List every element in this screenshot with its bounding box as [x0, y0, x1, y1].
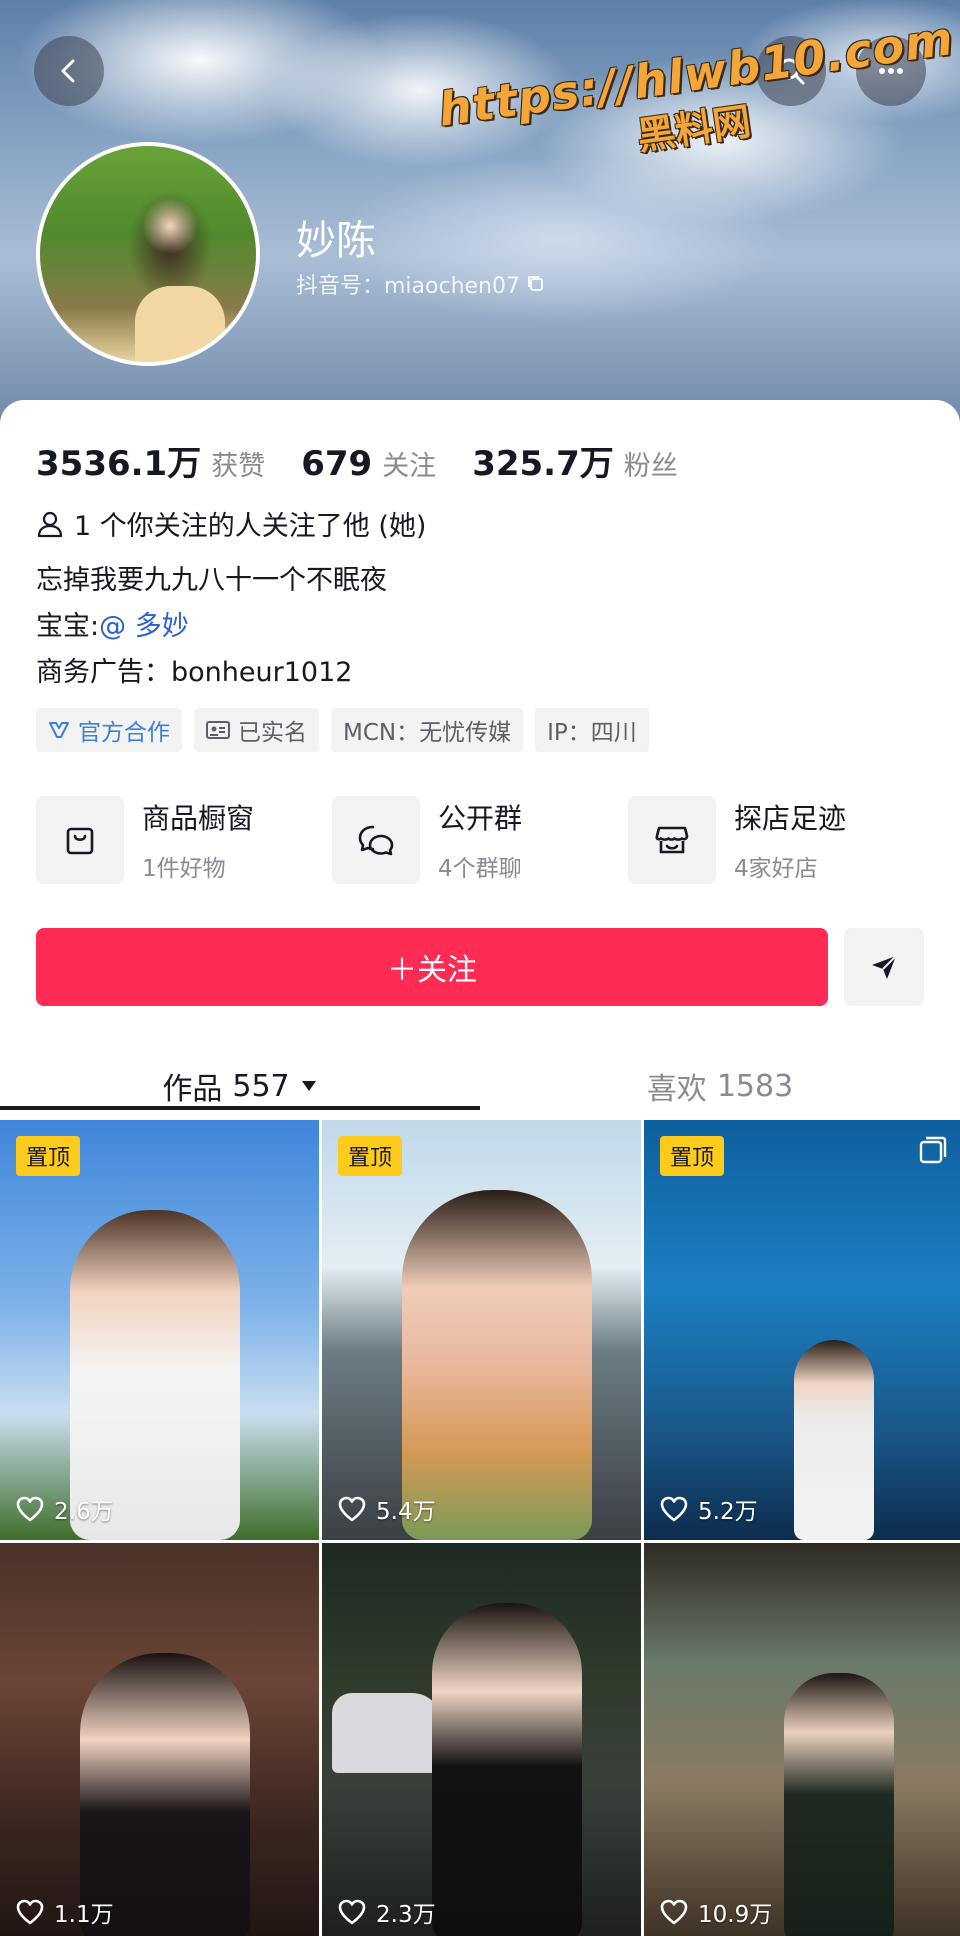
- feature-store-visits[interactable]: 探店足迹 4家好店: [628, 796, 924, 884]
- video-likes: 1.1万: [16, 1895, 114, 1929]
- thumbnail-image: [70, 1210, 240, 1540]
- video-likes-count: 2.6万: [54, 1499, 114, 1525]
- feature-title: 公开群: [438, 802, 523, 835]
- video-thumbnail[interactable]: 10.9万: [644, 1543, 960, 1936]
- video-thumbnail[interactable]: 置顶 5.4万: [322, 1120, 641, 1540]
- thumbnail-image: [784, 1673, 894, 1936]
- official-cooperation-icon: [49, 722, 69, 738]
- chevron-left-icon: [61, 59, 75, 83]
- pinned-badge: 置顶: [338, 1136, 403, 1176]
- mutual-follow-row[interactable]: 1 个你关注的人关注了他 (她): [36, 504, 426, 543]
- feature-title: 探店足迹: [734, 802, 847, 835]
- stat-followers[interactable]: 325.7万 粉丝: [472, 436, 678, 485]
- tag-row: 官方合作 已实名 MCN：无忧传媒 IP：四川: [36, 708, 649, 752]
- follow-button[interactable]: ＋关注: [36, 928, 828, 1006]
- tab-count: 1583: [716, 1068, 794, 1104]
- video-thumbnail[interactable]: 置顶 2.6万: [0, 1120, 319, 1540]
- profile-card: 3536.1万 获赞 679 关注 325.7万 粉丝 1 个你关注的人关注了他…: [0, 400, 960, 1936]
- avatar[interactable]: [36, 142, 260, 366]
- user-icon: [37, 511, 63, 537]
- pinned-badge: 置顶: [16, 1136, 81, 1176]
- tag-label: IP：四川: [547, 720, 637, 746]
- video-likes-count: 1.1万: [54, 1902, 114, 1928]
- stat-label: 获赞: [211, 451, 266, 482]
- thumbnail-image: [402, 1190, 592, 1540]
- chat-group-icon: [332, 796, 420, 884]
- bio-mention-link[interactable]: @ 多妙: [99, 611, 189, 642]
- send-arrow-icon: [872, 955, 897, 979]
- video-likes: 10.9万: [660, 1895, 772, 1929]
- feature-title: 商品橱窗: [142, 802, 255, 835]
- tab-label: 喜欢: [646, 1072, 707, 1107]
- video-likes-count: 2.3万: [376, 1902, 436, 1928]
- feature-public-group[interactable]: 公开群 4个群聊: [332, 796, 628, 884]
- stat-likes[interactable]: 3536.1万 获赞: [36, 436, 265, 485]
- thumbnail-image: [332, 1693, 442, 1773]
- heart-icon: [660, 1899, 688, 1925]
- tab-likes[interactable]: 喜欢 1583: [480, 1048, 960, 1124]
- stat-label: 粉丝: [623, 451, 678, 482]
- mutual-follow-text: 1 个你关注的人关注了他 (她): [74, 511, 427, 542]
- stat-following[interactable]: 679 关注: [301, 444, 436, 484]
- back-button[interactable]: [34, 36, 104, 106]
- video-likes: 5.2万: [660, 1492, 758, 1526]
- multi-image-icon: [919, 1136, 947, 1164]
- tab-count: 557: [232, 1068, 290, 1104]
- bio-prefix: 宝宝:: [36, 611, 100, 642]
- video-likes: 5.4万: [338, 1492, 436, 1526]
- bio-line: 宝宝:@ 多妙: [36, 604, 387, 650]
- stat-value: 325.7万: [472, 444, 614, 484]
- profile-name: 妙陈: [296, 218, 376, 264]
- tag-official-cooperation[interactable]: 官方合作: [36, 708, 182, 752]
- feature-row: 商品橱窗 1件好物 公开群 4个群聊 探店足迹 4家好店: [36, 796, 936, 884]
- profile-id: 抖音号：miaochen07: [296, 268, 546, 300]
- video-grid: 置顶 2.6万 置顶 5.4万 置顶 5.2万 1.1万 2.3万 10.9万: [0, 1120, 960, 1936]
- tag-label: 已实名: [238, 720, 307, 746]
- stats-row: 3536.1万 获赞 679 关注 325.7万 粉丝: [36, 436, 714, 485]
- stat-value: 3536.1万: [36, 444, 202, 484]
- heart-icon: [16, 1899, 44, 1925]
- shopping-bag-icon: [36, 796, 124, 884]
- tab-works[interactable]: 作品 557: [0, 1048, 480, 1124]
- video-thumbnail[interactable]: 置顶 5.2万: [644, 1120, 960, 1540]
- tab-indicator: [0, 1106, 480, 1110]
- share-button[interactable]: [844, 928, 924, 1006]
- thumbnail-image: [432, 1603, 582, 1936]
- heart-icon: [338, 1496, 366, 1522]
- store-icon: [628, 796, 716, 884]
- video-likes: 2.3万: [338, 1895, 436, 1929]
- tag-label: MCN：无忧传媒: [343, 720, 512, 746]
- bio: 忘掉我要九九八十一个不眠夜 宝宝:@ 多妙 商务广告：bonheur1012: [36, 558, 387, 696]
- video-likes: 2.6万: [16, 1492, 114, 1526]
- tag-mcn[interactable]: MCN：无忧传媒: [331, 708, 524, 752]
- heart-icon: [660, 1496, 688, 1522]
- copy-icon[interactable]: [526, 274, 546, 294]
- heart-icon: [16, 1496, 44, 1522]
- video-thumbnail[interactable]: 1.1万: [0, 1543, 319, 1936]
- bio-line: 忘掉我要九九八十一个不眠夜: [36, 565, 387, 596]
- caret-down-icon: [301, 1081, 316, 1091]
- video-likes-count: 5.4万: [376, 1499, 436, 1525]
- tag-label: 官方合作: [78, 720, 170, 746]
- video-likes-count: 10.9万: [698, 1902, 773, 1928]
- feature-subtitle: 4家好店: [734, 856, 818, 882]
- id-card-icon: [206, 721, 230, 739]
- video-thumbnail[interactable]: 2.3万: [322, 1543, 641, 1936]
- feature-subtitle: 1件好物: [142, 856, 226, 882]
- stat-label: 关注: [382, 451, 437, 482]
- feature-shop-window[interactable]: 商品橱窗 1件好物: [36, 796, 332, 884]
- profile-id-text: 抖音号：miaochen07: [296, 274, 520, 299]
- tab-label: 作品: [162, 1072, 223, 1107]
- pinned-badge: 置顶: [660, 1136, 725, 1176]
- bio-line: 商务广告：bonheur1012: [36, 657, 353, 688]
- thumbnail-image: [794, 1340, 874, 1540]
- thumbnail-image: [80, 1653, 250, 1936]
- feature-subtitle: 4个群聊: [438, 856, 522, 882]
- content-tabs: 作品 557 喜欢 1583: [0, 1048, 960, 1124]
- heart-icon: [338, 1899, 366, 1925]
- stat-value: 679: [301, 444, 373, 484]
- tag-ip: IP：四川: [535, 708, 649, 752]
- video-likes-count: 5.2万: [698, 1499, 758, 1525]
- tag-verified-name[interactable]: 已实名: [194, 708, 319, 752]
